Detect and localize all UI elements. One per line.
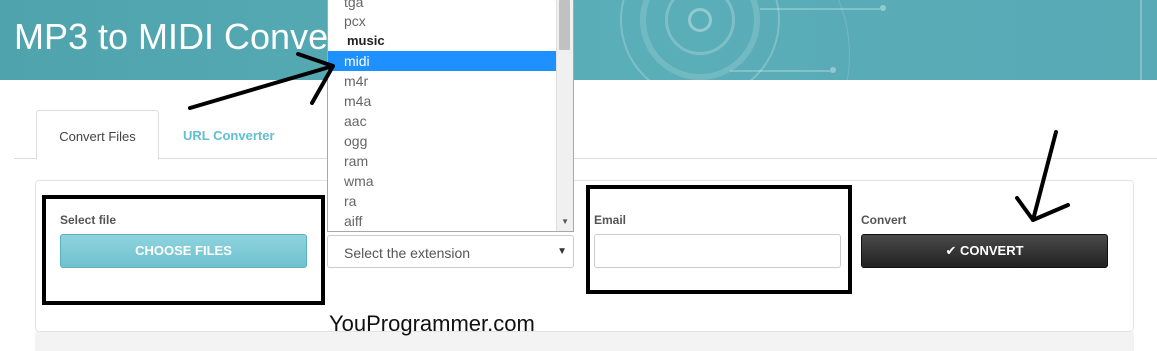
annotation-arrows <box>188 52 1070 222</box>
watermark-text: YouProgrammer.com <box>329 311 535 336</box>
arrow-to-convert-icon <box>1015 130 1070 222</box>
arrow-to-midi-icon <box>188 52 335 110</box>
